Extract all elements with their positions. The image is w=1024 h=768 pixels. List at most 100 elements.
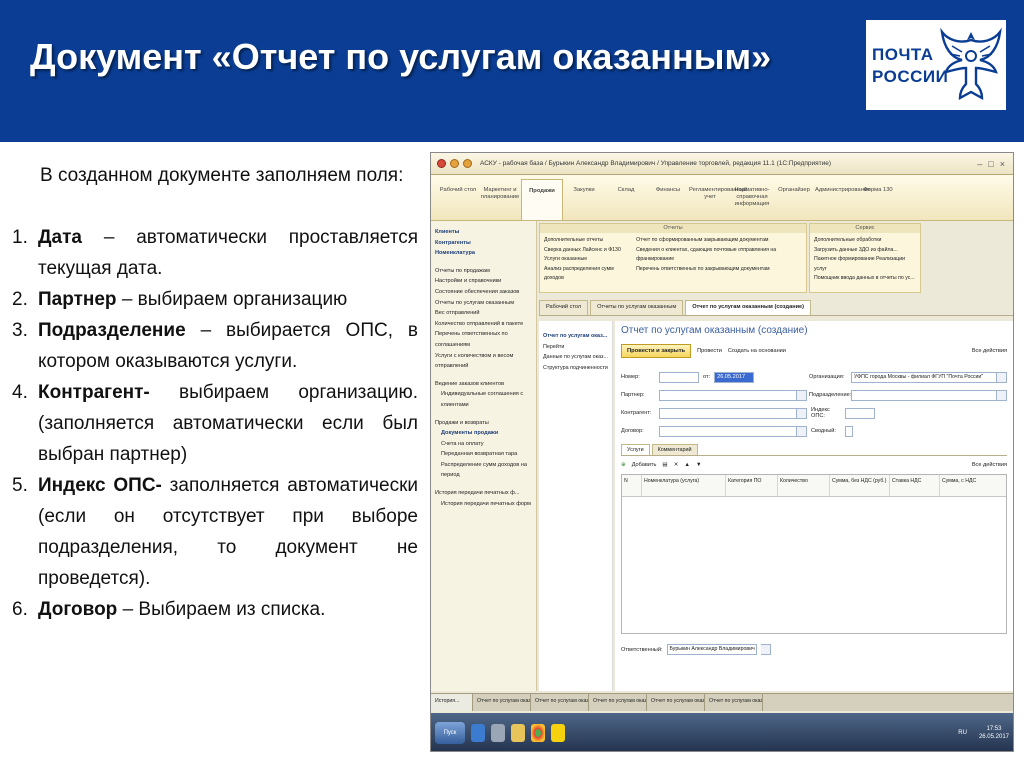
sidebar-item[interactable]: Услуги с количеством и весом отправлений — [435, 351, 532, 372]
app-icon[interactable] — [437, 159, 446, 168]
index-field[interactable] — [845, 407, 875, 419]
service-link[interactable]: Помощник ввода данных в отчеты по ус... — [814, 274, 916, 284]
sidebar-item[interactable]: Номенклатура — [435, 248, 532, 259]
sidebar-item[interactable]: Распределение сумм доходов на период — [435, 460, 532, 481]
tab-services[interactable]: Услуги — [621, 444, 650, 455]
move-down-icon[interactable]: ▼ — [696, 462, 702, 468]
back-icon[interactable] — [450, 159, 459, 168]
department-field[interactable] — [851, 389, 997, 401]
copy-icon[interactable]: ▤ — [662, 462, 667, 468]
language-indicator[interactable]: RU — [958, 730, 967, 736]
post-and-close-button[interactable]: Провести и закрыть — [621, 344, 692, 358]
report-link[interactable]: Анализ распределения сумм доходов — [544, 265, 628, 284]
open-window-item[interactable]: Отчет по услугам оказанным 0001000... — [647, 694, 705, 711]
column-header[interactable]: Сумма, без НДС (руб.) — [830, 475, 890, 496]
sidebar-item[interactable]: Счета на оплату — [435, 439, 532, 450]
clock[interactable]: 17:53 26.05.2017 — [979, 725, 1013, 741]
menu-item[interactable]: Администрирование — [815, 175, 870, 220]
open-window-item[interactable]: Отчет по услугам оказанным 0001000... — [531, 694, 589, 711]
open-window-item[interactable]: История... — [431, 694, 473, 711]
number-field[interactable] — [659, 371, 699, 383]
sidebar-item[interactable]: Вес отправлений — [435, 308, 532, 319]
sidebar-item[interactable]: Состояние обеспечения заказов — [435, 287, 532, 298]
organization-lookup-icon[interactable] — [997, 371, 1007, 383]
service-link[interactable]: Пакетное формирование Реализации услуг — [814, 255, 916, 274]
sidebar-item[interactable]: Перечень ответственных по соглашениям — [435, 329, 532, 350]
partner-field[interactable] — [659, 389, 797, 401]
minimize-icon[interactable]: – — [977, 159, 982, 169]
sidebar-item[interactable]: Индивидуальные соглашения с клиентами — [435, 389, 532, 410]
sidebar-item[interactable]: Отчеты по продажам — [435, 266, 532, 277]
menu-item[interactable]: Органайзер — [773, 175, 815, 220]
sidebar-item[interactable]: Количество отправлений в пакете — [435, 319, 532, 330]
table-all-actions-button[interactable]: Все действия — [972, 462, 1007, 468]
contract-field[interactable] — [659, 425, 797, 437]
tab-comment[interactable]: Комментарий — [651, 444, 698, 455]
menu-item[interactable]: Финансы — [647, 175, 689, 220]
column-header[interactable]: Категория ПО — [726, 475, 778, 496]
menu-item[interactable]: Рабочий стол — [437, 175, 479, 220]
contractor-lookup-icon[interactable] — [797, 407, 807, 419]
contractor-field[interactable] — [659, 407, 797, 419]
add-icon[interactable]: ⊕ — [621, 462, 626, 468]
document-nav-item[interactable]: Данные по услугам оказ... — [543, 352, 608, 363]
sidebar-item[interactable]: Клиенты — [435, 227, 532, 238]
tab-desktop[interactable]: Рабочий стол — [539, 300, 589, 315]
menu-item[interactable]: Склад — [605, 175, 647, 220]
services-table[interactable]: N Номенклатура (услуга) Категория ПО Кол… — [621, 474, 1007, 634]
app-taskbar-icon[interactable] — [471, 724, 485, 742]
move-up-icon[interactable]: ▲ — [684, 462, 690, 468]
sidebar-item[interactable]: Контрагенты — [435, 238, 532, 249]
sidebar-item[interactable]: Переданная возвратная тара — [435, 449, 532, 460]
close-icon[interactable]: × — [1000, 159, 1005, 169]
report-link[interactable]: Услуги оказанные — [544, 255, 628, 265]
menu-item[interactable]: Нормативно-справочная информация — [731, 175, 773, 220]
start-button[interactable]: Пуск — [435, 722, 465, 744]
maximize-icon[interactable]: □ — [988, 159, 993, 169]
partner-lookup-icon[interactable] — [797, 389, 807, 401]
report-link[interactable]: Отчет по сформированным закрывающим доку… — [636, 236, 802, 246]
tab-report-create[interactable]: Отчет по услугам оказанным (создание) — [685, 300, 812, 315]
report-link[interactable]: Дополнительные отчеты — [544, 236, 628, 246]
date-field[interactable]: 26.05.2017 — [714, 371, 755, 383]
sidebar-item[interactable]: Настройки и справочники — [435, 276, 532, 287]
menu-item-sales[interactable]: Продажи — [521, 179, 563, 220]
report-link[interactable]: Перечень ответственных по закрывающим до… — [636, 265, 802, 275]
menu-item[interactable]: Маркетинг и планирование — [479, 175, 521, 220]
menu-item[interactable]: Форма 130 — [857, 175, 899, 220]
menu-item[interactable]: Регламентированный учет — [689, 175, 747, 220]
add-row-button[interactable]: Добавить — [632, 462, 657, 468]
open-window-item[interactable]: Отчет по услугам оказанным 0001000... — [473, 694, 531, 711]
report-link[interactable]: Сверка данных Лайсенс и Ф130 — [544, 246, 628, 256]
organization-field[interactable]: УФПС города Москвы - филиал ФГУП "Почта … — [851, 371, 997, 383]
create-based-on-button[interactable]: Создать на основании — [728, 348, 786, 354]
service-link[interactable]: Загрузить данные 3ДО из файла... — [814, 246, 916, 256]
report-link[interactable]: Сведения о клиентах, сдающих почтовые от… — [636, 246, 802, 265]
column-header[interactable]: Количество — [778, 475, 830, 496]
sidebar-item[interactable]: История передачи печатных форм — [435, 499, 532, 510]
department-lookup-icon[interactable] — [997, 389, 1007, 401]
contract-lookup-icon[interactable] — [797, 425, 807, 437]
summary-checkbox[interactable] — [845, 425, 853, 437]
document-nav-item[interactable]: Перейти — [543, 342, 608, 353]
sidebar-item[interactable]: Документы продажи — [435, 428, 532, 439]
column-header[interactable]: Ставка НДС — [890, 475, 940, 496]
forward-icon[interactable] — [463, 159, 472, 168]
folder-icon[interactable] — [511, 724, 525, 742]
service-link[interactable]: Дополнительные обработки — [814, 236, 916, 246]
column-header[interactable]: Номенклатура (услуга) — [642, 475, 726, 496]
all-actions-button[interactable]: Все действия — [972, 348, 1007, 354]
sidebar-item[interactable]: Отчеты по услугам оказанным — [435, 298, 532, 309]
responsible-lookup-icon[interactable] — [760, 644, 771, 655]
column-header[interactable]: Сумма, с НДС — [940, 475, 1006, 496]
app-taskbar-icon[interactable] — [491, 724, 505, 742]
document-nav-header[interactable]: Отчет по услугам оказ... — [543, 331, 608, 342]
chrome-icon[interactable] — [531, 724, 545, 742]
post-button[interactable]: Провести — [697, 348, 722, 354]
document-nav-item[interactable]: Структура подчиненности — [543, 363, 608, 374]
responsible-field[interactable]: Бурыкин Александр Владимирович — [666, 644, 757, 655]
column-header[interactable]: N — [622, 475, 642, 496]
tab-reports-list[interactable]: Отчеты по услугам оказанным — [590, 300, 684, 315]
1c-icon[interactable] — [551, 724, 565, 742]
open-window-item[interactable]: Отчет по услугам оказанным 0001000... — [589, 694, 647, 711]
